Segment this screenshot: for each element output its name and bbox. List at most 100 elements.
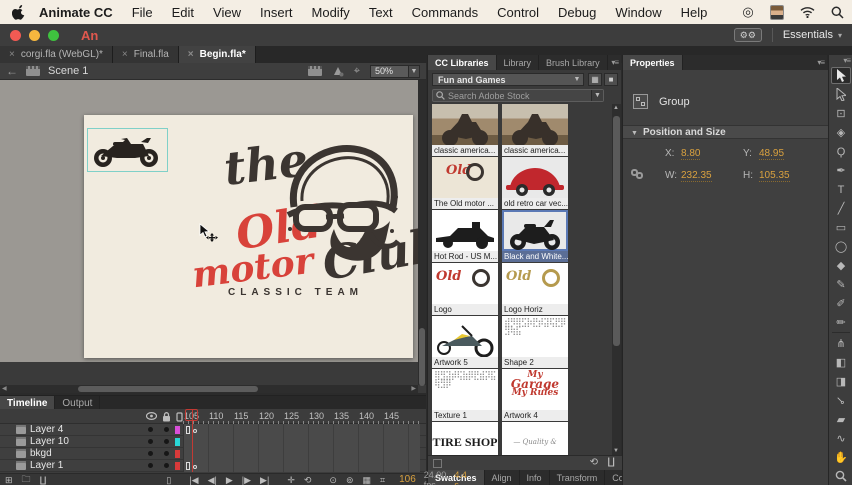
text-tool[interactable]: T — [831, 181, 851, 198]
pencil-tool[interactable]: ✎ — [831, 276, 851, 293]
delete-layer-button[interactable]: ∐ — [40, 475, 47, 485]
display-mirroring-icon[interactable]: ◎ — [742, 4, 753, 20]
library-item-selected[interactable]: Black and White... — [502, 210, 568, 262]
library-scrollbar[interactable]: ▲ ▼ — [612, 104, 621, 455]
lasso-tool[interactable]: Ϙ — [831, 143, 851, 160]
zoom-window-button[interactable] — [48, 30, 59, 41]
library-item[interactable]: ⣾⡻⢿⣫⡷⣟⡾⣽⢯⣟⡿⣻⢷⣯ Shape 2 — [502, 316, 568, 368]
lock-dot[interactable] — [164, 463, 169, 468]
layer-row[interactable]: bkgd — [0, 448, 426, 460]
apple-menu-icon[interactable] — [12, 5, 25, 20]
library-item[interactable]: ⢿⣻⣽⡾⢯⣷⡿⣟⣾⡽⣯⢷⣻⡿ Texture 1 — [432, 369, 498, 421]
layer-name[interactable]: bkgd — [30, 448, 52, 460]
menu-debug[interactable]: Debug — [558, 5, 596, 20]
eraser-tool[interactable]: ▰ — [831, 411, 851, 428]
visibility-dot[interactable] — [148, 451, 153, 456]
new-folder-button[interactable]: 🗀 — [22, 472, 31, 485]
brush-tool[interactable]: ✐ — [831, 295, 851, 312]
back-arrow-icon[interactable]: ← — [6, 64, 18, 78]
ink-bottle-tool[interactable]: ◨ — [831, 373, 851, 390]
visibility-dot[interactable] — [148, 463, 153, 468]
library-item[interactable]: classic america... — [432, 104, 498, 156]
subselection-tool[interactable] — [831, 86, 851, 103]
selected-motorcycle-group[interactable] — [87, 128, 168, 172]
tab-brush-library[interactable]: Brush Library — [539, 55, 608, 70]
panel-menu-icon[interactable]: ▾≡ — [843, 56, 850, 65]
close-icon[interactable]: × — [9, 49, 15, 60]
loop-icon[interactable]: ⟲ — [304, 475, 312, 485]
y-value[interactable]: 48.95 — [759, 148, 784, 160]
menu-commands[interactable]: Commands — [412, 5, 478, 20]
menu-modify[interactable]: Modify — [312, 5, 350, 20]
tab-info[interactable]: Info — [520, 470, 550, 485]
close-icon[interactable]: × — [122, 49, 128, 60]
menu-view[interactable]: View — [213, 5, 241, 20]
modify-markers-icon[interactable]: ⌗ — [380, 475, 385, 485]
scroll-left-arrow[interactable]: ◀ — [2, 385, 7, 393]
rectangle-tool[interactable]: ▭ — [831, 219, 851, 236]
layer-frames[interactable] — [183, 436, 420, 448]
scrollbar-thumb[interactable] — [419, 328, 425, 386]
user-avatar[interactable] — [770, 5, 784, 20]
scroll-down-arrow[interactable]: ▼ — [613, 448, 619, 454]
edit-multiple-frames-icon[interactable]: ▦ — [363, 475, 372, 485]
library-item[interactable]: TIRE SHOP TIRE SHOP — [432, 422, 498, 455]
layer-row[interactable]: Layer 4 — [0, 424, 426, 436]
paint-brush-tool[interactable]: ✏ — [831, 314, 851, 331]
menu-text[interactable]: Text — [369, 5, 393, 20]
library-item[interactable]: Hot Rod - US M... — [432, 210, 498, 262]
free-transform-tool[interactable]: ⊡ — [831, 105, 851, 122]
step-forward-button[interactable]: |▶ — [242, 475, 251, 485]
menu-window[interactable]: Window — [615, 5, 661, 20]
paint-bucket-tool[interactable]: ◧ — [831, 354, 851, 371]
w-value[interactable]: 232.35 — [681, 170, 712, 182]
layer-frames[interactable] — [183, 448, 420, 460]
line-tool[interactable]: ╱ — [831, 200, 851, 217]
current-frame-value[interactable]: 106 — [399, 474, 416, 485]
adobe-stock-search-input[interactable]: Search Adobe Stock ▼ — [432, 89, 604, 102]
close-window-button[interactable] — [10, 30, 21, 41]
layer-frames[interactable] — [183, 424, 420, 436]
layer-row[interactable]: Layer 10 — [0, 436, 426, 448]
stage-viewport[interactable]: the Old motor Club CLASSIC TEAM — [0, 80, 426, 393]
onion-skin-icon[interactable]: ⊙ — [329, 475, 337, 485]
elapsed-time-value[interactable]: 4.4 s — [454, 470, 467, 485]
tab-align[interactable]: Align — [485, 470, 520, 485]
edit-scene-icon[interactable] — [308, 66, 322, 76]
spotlight-search-icon[interactable] — [831, 6, 844, 19]
trash-icon[interactable]: ∐ — [607, 457, 615, 468]
minimize-window-button[interactable] — [29, 30, 40, 41]
oval-tool[interactable]: ◯ — [831, 238, 851, 255]
play-button[interactable]: ▶ — [226, 475, 233, 485]
tab-begin-fla[interactable]: ×Begin.fla* — [179, 46, 256, 63]
x-value[interactable]: 8.80 — [681, 148, 700, 160]
sync-icon[interactable]: ⟲ — [590, 457, 598, 468]
settings-gears-button[interactable]: ⚙⚙ — [734, 28, 762, 42]
position-size-section-header[interactable]: ▼Position and Size — [623, 125, 828, 139]
stage[interactable]: the Old motor Club CLASSIC TEAM — [84, 115, 413, 358]
center-stage-icon[interactable]: ⌖ — [354, 65, 360, 78]
layer-name[interactable]: Layer 10 — [30, 436, 69, 448]
grid-view-button[interactable]: ▦ — [588, 73, 602, 86]
eyedropper-tool[interactable]: ⊸ — [831, 392, 851, 409]
visibility-dot[interactable] — [148, 439, 153, 444]
visibility-dot[interactable] — [148, 427, 153, 432]
show-hide-all-icon[interactable] — [146, 412, 157, 420]
tab-transform[interactable]: Transform — [550, 470, 606, 485]
panel-menu-icon[interactable]: ▾≡ — [611, 58, 618, 67]
library-item[interactable]: — Quality & Safety — Quality & Safety — [502, 422, 568, 455]
hand-tool[interactable]: ✋ — [831, 449, 851, 466]
library-collection-select[interactable]: Fun and Games ▼ — [432, 73, 584, 86]
scrollbar-thumb[interactable] — [78, 386, 258, 392]
workspace-switcher[interactable]: Essentials▾ — [783, 29, 842, 41]
tab-cc-libraries[interactable]: CC Libraries — [428, 55, 497, 70]
bone-tool[interactable]: ⋔ — [831, 335, 851, 352]
chevron-down-icon[interactable]: ▼ — [591, 90, 603, 101]
stage-zoom-select[interactable]: 50% ▼ — [370, 65, 420, 78]
new-layer-button[interactable]: ⊞ — [5, 475, 13, 485]
scrollbar-thumb[interactable] — [613, 116, 620, 346]
go-to-first-frame-button[interactable]: |◀ — [189, 475, 198, 485]
wifi-icon[interactable] — [800, 7, 815, 18]
canvas-horizontal-scrollbar[interactable]: ◀ ▶ — [0, 385, 418, 393]
h-value[interactable]: 105.35 — [759, 170, 790, 182]
